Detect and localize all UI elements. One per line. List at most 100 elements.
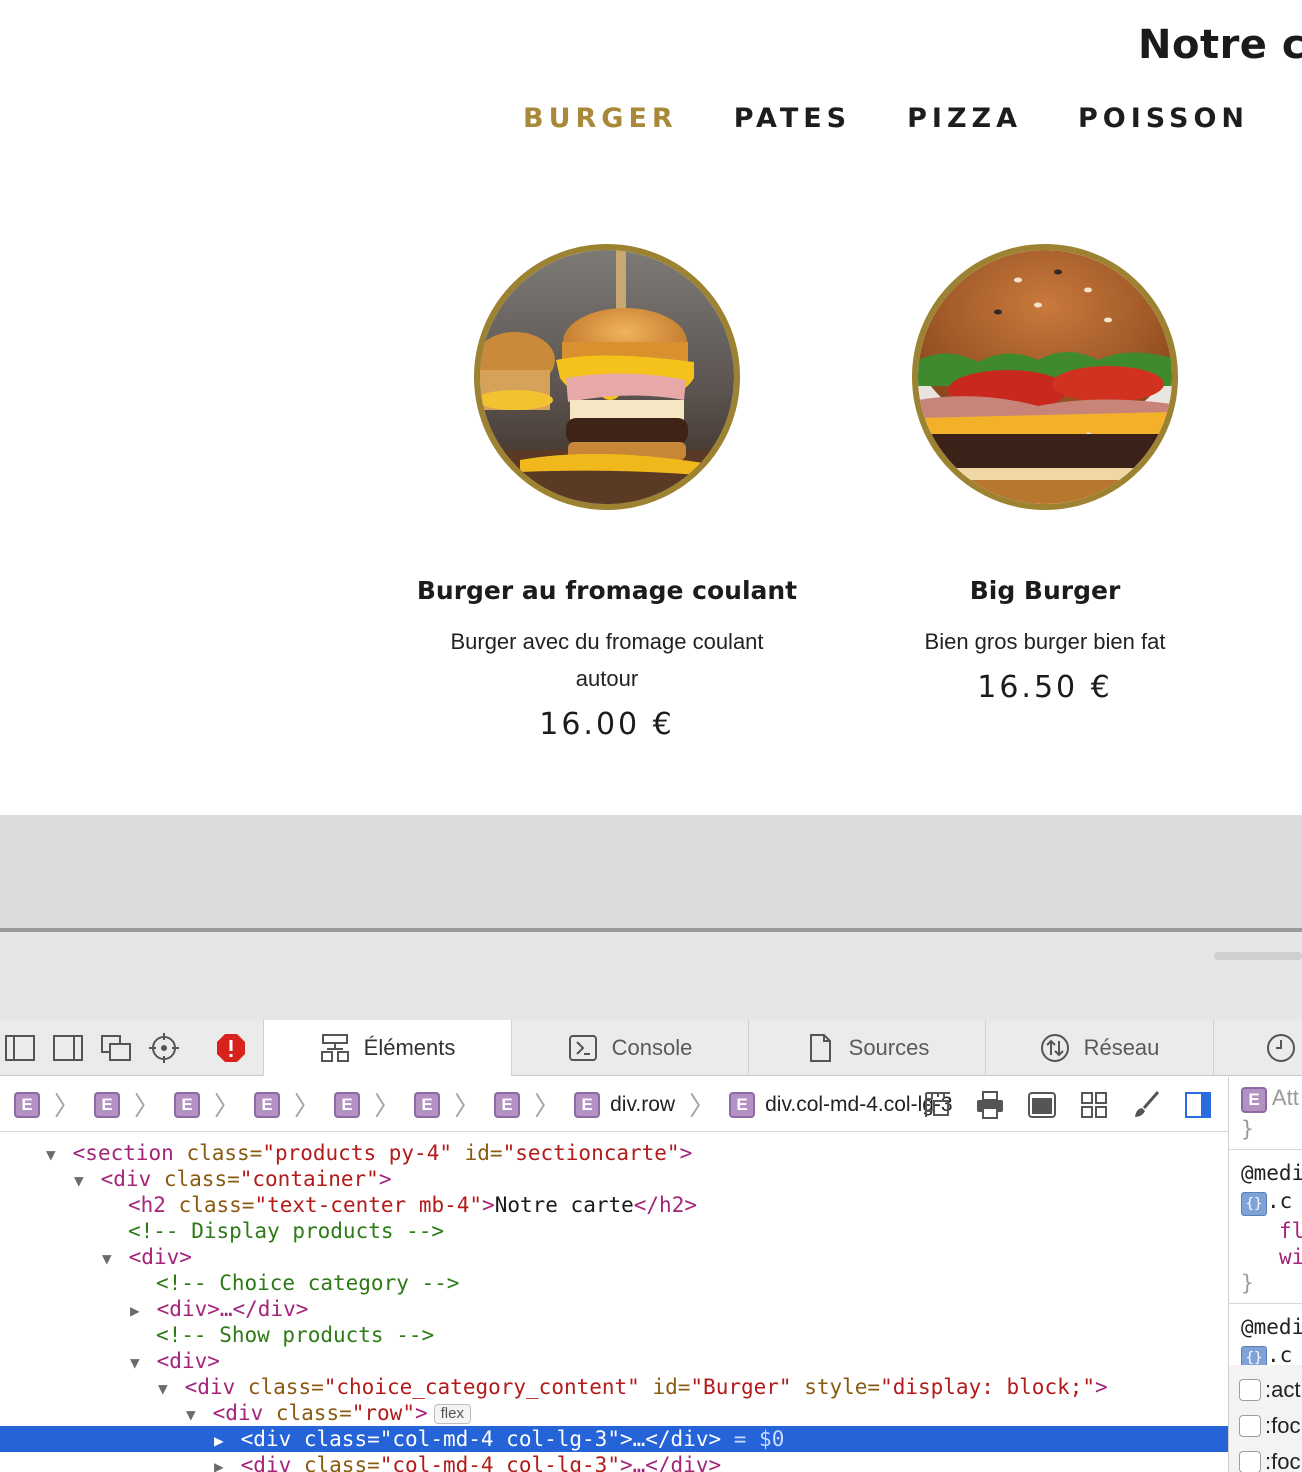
divider [1229, 1303, 1302, 1304]
rule-selector-row[interactable]: {} .c [1241, 1189, 1292, 1216]
tab-console[interactable]: Console [511, 1020, 748, 1076]
tab-label: Éléments [363, 1034, 456, 1060]
element-badge-icon: E [334, 1091, 361, 1118]
product-price: 16.00 € [539, 707, 675, 742]
checkbox[interactable] [1239, 1415, 1261, 1437]
disclosure-expanded-icon[interactable]: ▼ [102, 1246, 116, 1272]
tag-name: <div [240, 1427, 292, 1451]
dom-node-div-burger[interactable]: ▼ <div class="choice_category_content" i… [0, 1374, 1228, 1400]
pseudo-focus-visible-checkbox[interactable]: :foc [1239, 1449, 1300, 1472]
rule-selector: .c [1267, 1343, 1293, 1367]
flex-badge[interactable]: flex [433, 1404, 471, 1424]
dom-node-div[interactable]: ▼ <div> [0, 1348, 1228, 1374]
tag-name: <div>…</div> [156, 1297, 309, 1321]
css-property[interactable]: fl [1279, 1219, 1302, 1243]
tag-end: </h2> [633, 1193, 697, 1217]
breadcrumb-item[interactable]: E [414, 1091, 441, 1118]
horizontal-scrollbar[interactable] [1214, 952, 1302, 960]
disclosure-collapsed-icon[interactable]: ▶ [214, 1454, 228, 1472]
checkbox[interactable] [1239, 1379, 1261, 1401]
tag-name: <div [184, 1375, 236, 1399]
tab-elements[interactable]: Éléments [263, 1020, 511, 1076]
disclosure-expanded-icon[interactable]: ▼ [46, 1142, 60, 1168]
dom-node-div-col[interactable]: ▶ <div class="col-md-4 col-lg-3">…</div> [0, 1452, 1228, 1472]
attr-name: class= [291, 1453, 380, 1472]
dom-node-selected[interactable]: ▶ <div class="col-md-4 col-lg-3">…</div>… [0, 1426, 1228, 1452]
tab-sources[interactable]: Sources [748, 1020, 985, 1076]
dom-node-comment[interactable]: <!-- Show products --> [0, 1322, 1228, 1348]
element-badge-icon: E [254, 1091, 281, 1118]
tab-network[interactable]: Réseau [985, 1020, 1213, 1076]
error-icon[interactable] [215, 1032, 247, 1064]
dom-node-h2[interactable]: <h2 class="text-center mb-4">Notre carte… [0, 1192, 1228, 1218]
category-tab-pates[interactable]: PATES [734, 103, 851, 134]
tag-close: > [679, 1141, 693, 1165]
pseudo-focus-checkbox[interactable]: :foc [1239, 1413, 1300, 1439]
product-photo-big-burger [912, 244, 1178, 510]
breadcrumb-item[interactable]: E [254, 1091, 281, 1118]
disclosure-expanded-icon[interactable]: ▼ [130, 1350, 144, 1376]
tag-close: > [1095, 1375, 1108, 1399]
product-price: 16.50 € [977, 670, 1113, 705]
checkbox-label: :foc [1265, 1449, 1301, 1472]
website-viewport: Notre ca BURGER PATES PIZZA POISSON V [0, 0, 1302, 815]
comment-text: <!-- Display products --> [128, 1219, 445, 1243]
rule-selector: .c [1267, 1189, 1293, 1213]
media-query: @medi [1241, 1161, 1302, 1185]
paint-brush-icon[interactable] [1130, 1089, 1166, 1121]
print-icon[interactable] [974, 1089, 1010, 1121]
breadcrumb-item[interactable]: E [174, 1091, 201, 1118]
disclosure-expanded-icon[interactable]: ▼ [158, 1376, 172, 1402]
checkbox-label: :act [1265, 1377, 1301, 1402]
attr-name: class= [151, 1167, 240, 1191]
dock-right-icon[interactable] [52, 1032, 84, 1064]
toggle-sidebar-icon[interactable] [1182, 1089, 1218, 1121]
pseudo-active-checkbox[interactable]: :act [1239, 1377, 1300, 1403]
breadcrumb-item[interactable]: E [334, 1091, 361, 1118]
breadcrumb-item-div-row[interactable]: Ediv.row [574, 1091, 675, 1118]
category-tab-burger[interactable]: BURGER [523, 103, 678, 134]
rule-close-brace: } [1241, 1117, 1254, 1141]
dock-bottom-icon[interactable] [4, 1032, 36, 1064]
element-badge-icon: E [1241, 1087, 1267, 1113]
dom-node-comment[interactable]: <!-- Choice category --> [0, 1270, 1228, 1296]
disclosure-expanded-icon[interactable]: ▼ [186, 1402, 200, 1428]
attr-name: class= [173, 1141, 263, 1165]
disclosure-collapsed-icon[interactable]: ▶ [130, 1298, 144, 1324]
compositing-borders-icon[interactable] [1026, 1089, 1062, 1121]
breadcrumb-item[interactable]: E [14, 1091, 40, 1118]
dom-node-div-container[interactable]: ▼ <div class="container"> [0, 1166, 1228, 1192]
element-badge-icon: E [174, 1091, 201, 1118]
attributes-row[interactable]: E Att [1241, 1085, 1299, 1113]
layout-rulers-icon[interactable] [922, 1089, 958, 1121]
tag-close: > [378, 1167, 392, 1191]
text-node: Notre carte [494, 1193, 634, 1217]
dom-node-div-row[interactable]: ▼ <div class="row"> flex [0, 1400, 1228, 1426]
style-rule-icon: {} [1241, 1192, 1267, 1216]
element-picker-icon[interactable] [148, 1032, 180, 1064]
checkbox[interactable] [1239, 1451, 1261, 1472]
dom-node-div[interactable]: ▼ <div> [0, 1244, 1228, 1270]
tag-name: <div> [128, 1245, 192, 1269]
tab-timelines[interactable] [1213, 1020, 1302, 1076]
category-tab-pizza[interactable]: PIZZA [907, 103, 1022, 134]
breadcrumb-item[interactable]: E [494, 1091, 521, 1118]
css-property[interactable]: wi [1279, 1245, 1302, 1269]
breadcrumb-item-div-col[interactable]: Ediv.col-md-4.col-lg-3 [729, 1091, 953, 1118]
dom-tree: ▼ <section class="products py-4" id="sec… [0, 1136, 1228, 1472]
disclosure-expanded-icon[interactable]: ▼ [74, 1168, 88, 1194]
tag-close: >…</div> [619, 1427, 722, 1451]
grid-overlay-icon[interactable] [1078, 1089, 1114, 1121]
attr-value: "text-center mb-4" [254, 1193, 483, 1217]
dom-node-section[interactable]: ▼ <section class="products py-4" id="sec… [0, 1140, 1228, 1166]
product-name: Burger au fromage coulant [416, 576, 798, 605]
attr-name: class= [291, 1427, 380, 1451]
detach-window-icon[interactable] [100, 1032, 132, 1064]
breadcrumb-item[interactable]: E [94, 1091, 121, 1118]
disclosure-collapsed-icon[interactable]: ▶ [214, 1428, 228, 1454]
dom-node-comment[interactable]: <!-- Display products --> [0, 1218, 1228, 1244]
element-badge-icon: E [729, 1091, 756, 1118]
dom-node-div-collapsed[interactable]: ▶ <div>…</div> [0, 1296, 1228, 1322]
console-ref: = $0 [721, 1427, 785, 1451]
category-tab-poisson[interactable]: POISSON [1078, 103, 1249, 134]
